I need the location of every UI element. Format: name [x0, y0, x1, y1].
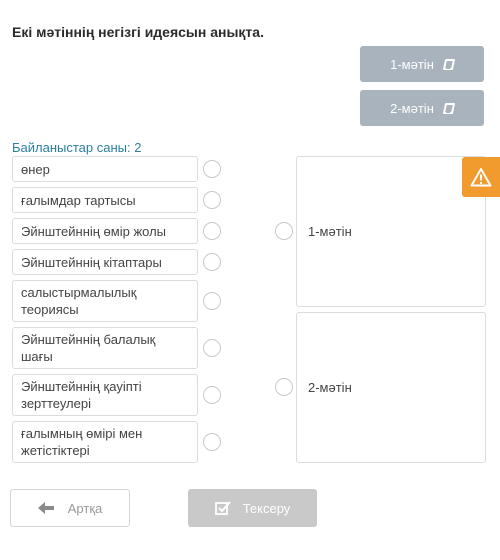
text-2-button-label: 2-мәтін [390, 100, 434, 116]
match-item[interactable]: салыстырмалылық теориясы [12, 280, 198, 322]
text-2-button[interactable]: 2-мәтін [360, 90, 484, 126]
match-item[interactable]: ғалымдар тартысы [12, 187, 198, 213]
book-icon [442, 58, 456, 70]
target-connector[interactable] [275, 378, 293, 396]
links-count: Байланыстар саны: 2 [12, 140, 142, 155]
match-item[interactable]: өнер [12, 156, 198, 182]
match-item[interactable]: Эйнштейннің балалық шағы [12, 327, 198, 369]
item-connector[interactable] [203, 386, 221, 404]
item-connector[interactable] [203, 222, 221, 240]
warning-button[interactable] [462, 157, 500, 197]
book-icon [442, 102, 456, 114]
back-button-label: Артқа [67, 500, 103, 516]
match-item[interactable]: Эйнштейннің кітаптары [12, 249, 198, 275]
target-label: 2-мәтін [308, 380, 352, 395]
page-title: Екі мәтіннің негізгі идеясын анықта. [12, 24, 264, 40]
back-button[interactable]: Артқа [10, 489, 130, 527]
item-connector[interactable] [203, 292, 221, 310]
warning-icon [470, 168, 492, 187]
match-item[interactable]: ғалымның өмірі мен жетістіктері [12, 421, 198, 463]
text-1-button[interactable]: 1-мәтін [360, 46, 484, 82]
match-item[interactable]: Эйнштейннің өмір жолы [12, 218, 198, 244]
checkbox-icon [214, 501, 231, 515]
target-connector[interactable] [275, 222, 293, 240]
item-connector[interactable] [203, 433, 221, 451]
text-1-button-label: 1-мәтін [390, 56, 434, 72]
arrow-left-icon [37, 502, 54, 514]
match-item[interactable]: Эйнштейннің қауіпті зерттеулері [12, 374, 198, 416]
item-connector[interactable] [203, 191, 221, 209]
target-label: 1-мәтін [308, 224, 352, 239]
item-connector[interactable] [203, 339, 221, 357]
check-button-label: Тексеру [242, 500, 291, 516]
item-connector[interactable] [203, 160, 221, 178]
check-button[interactable]: Тексеру [188, 489, 317, 527]
item-connector[interactable] [203, 253, 221, 271]
